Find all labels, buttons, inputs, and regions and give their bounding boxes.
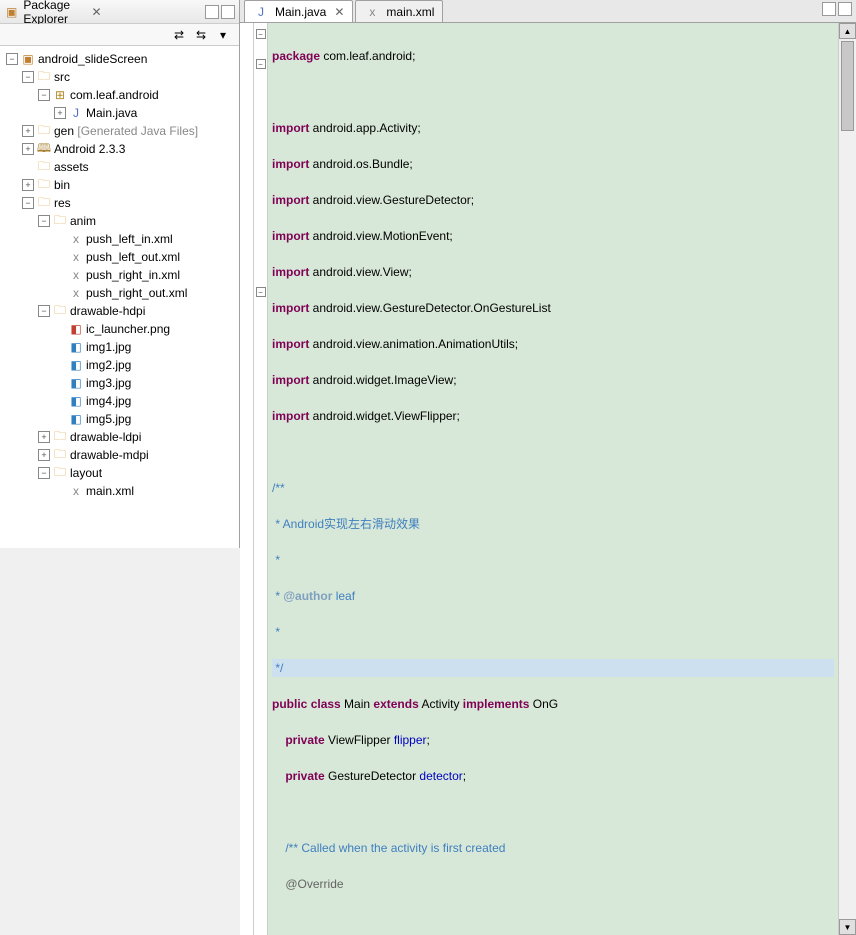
tree-file[interactable]: xpush_right_out.xml bbox=[0, 284, 239, 302]
tree-file[interactable]: xpush_left_out.xml bbox=[0, 248, 239, 266]
fold-toggle[interactable]: − bbox=[256, 59, 266, 69]
tree-drawable-ldpi[interactable]: +🗀drawable-ldpi bbox=[0, 428, 239, 446]
view-menu-icon[interactable]: ▾ bbox=[215, 27, 231, 43]
fold-gutter: − − − bbox=[254, 23, 268, 935]
panel-header: ▣ Package Explorer ✕ bbox=[0, 0, 239, 24]
tree-file[interactable]: ◧img5.jpg bbox=[0, 410, 239, 428]
scrollbar-thumb[interactable] bbox=[841, 41, 854, 131]
tree-file[interactable]: ◧ic_launcher.png bbox=[0, 320, 239, 338]
scroll-down-icon[interactable]: ▼ bbox=[839, 919, 856, 935]
tree-file[interactable]: ◧img2.jpg bbox=[0, 356, 239, 374]
panel-title: Package Explorer bbox=[23, 0, 83, 26]
xml-file-icon: x bbox=[364, 4, 380, 20]
vertical-scrollbar[interactable]: ▲ ▼ bbox=[838, 23, 856, 935]
tree-gen[interactable]: +🗀gen [Generated Java Files] bbox=[0, 122, 239, 140]
tree-drawable-hdpi[interactable]: −🗀drawable-hdpi bbox=[0, 302, 239, 320]
tree-layout[interactable]: −🗀layout bbox=[0, 464, 239, 482]
marker-gutter bbox=[240, 23, 254, 935]
tree-android-lib[interactable]: +🕮Android 2.3.3 bbox=[0, 140, 239, 158]
tree-src[interactable]: −🗀src bbox=[0, 68, 239, 86]
close-icon[interactable]: ✕ bbox=[330, 5, 344, 19]
code-content[interactable]: package com.leaf.android; import android… bbox=[268, 23, 838, 935]
tree-project[interactable]: −▣android_slideScreen bbox=[0, 50, 239, 68]
tab-label: Main.java bbox=[275, 5, 326, 19]
link-editor-icon[interactable]: ⇆ bbox=[193, 27, 209, 43]
editor-area: J Main.java ✕ x main.xml − − − package c… bbox=[240, 0, 856, 548]
tab-main-xml[interactable]: x main.xml bbox=[355, 0, 443, 22]
package-explorer-panel: ▣ Package Explorer ✕ ⇄ ⇆ ▾ −▣android_sli… bbox=[0, 0, 240, 548]
minimize-button[interactable] bbox=[822, 2, 836, 16]
collapse-all-icon[interactable]: ⇄ bbox=[171, 27, 187, 43]
tree-bin[interactable]: +🗀bin bbox=[0, 176, 239, 194]
tree-file[interactable]: ◧img4.jpg bbox=[0, 392, 239, 410]
minimize-button[interactable] bbox=[205, 5, 219, 19]
tree-assets[interactable]: 🗀assets bbox=[0, 158, 239, 176]
panel-toolbar: ⇄ ⇆ ▾ bbox=[0, 24, 239, 46]
maximize-button[interactable] bbox=[221, 5, 235, 19]
tree-file[interactable]: xpush_left_in.xml bbox=[0, 230, 239, 248]
fold-toggle[interactable]: − bbox=[256, 29, 266, 39]
package-explorer-icon: ▣ bbox=[6, 4, 17, 20]
maximize-button[interactable] bbox=[838, 2, 852, 16]
tree-anim[interactable]: −🗀anim bbox=[0, 212, 239, 230]
tab-label: main.xml bbox=[386, 5, 434, 19]
editor-tab-bar: J Main.java ✕ x main.xml bbox=[240, 0, 856, 23]
fold-toggle[interactable]: − bbox=[256, 287, 266, 297]
tree-drawable-mdpi[interactable]: +🗀drawable-mdpi bbox=[0, 446, 239, 464]
tree-file[interactable]: ◧img3.jpg bbox=[0, 374, 239, 392]
tree-main-xml[interactable]: xmain.xml bbox=[0, 482, 239, 500]
tree-file[interactable]: ◧img1.jpg bbox=[0, 338, 239, 356]
tree-file[interactable]: xpush_right_in.xml bbox=[0, 266, 239, 284]
tree-res[interactable]: −🗀res bbox=[0, 194, 239, 212]
panel-close-icon[interactable]: ✕ bbox=[87, 5, 105, 19]
scroll-up-icon[interactable]: ▲ bbox=[839, 23, 856, 39]
java-file-icon: J bbox=[253, 4, 269, 20]
tree-main-java[interactable]: +JMain.java bbox=[0, 104, 239, 122]
tab-main-java[interactable]: J Main.java ✕ bbox=[244, 0, 353, 22]
project-tree: −▣android_slideScreen −🗀src −⊞com.leaf.a… bbox=[0, 46, 239, 548]
code-editor[interactable]: − − − package com.leaf.android; import a… bbox=[240, 23, 856, 935]
tree-package[interactable]: −⊞com.leaf.android bbox=[0, 86, 239, 104]
